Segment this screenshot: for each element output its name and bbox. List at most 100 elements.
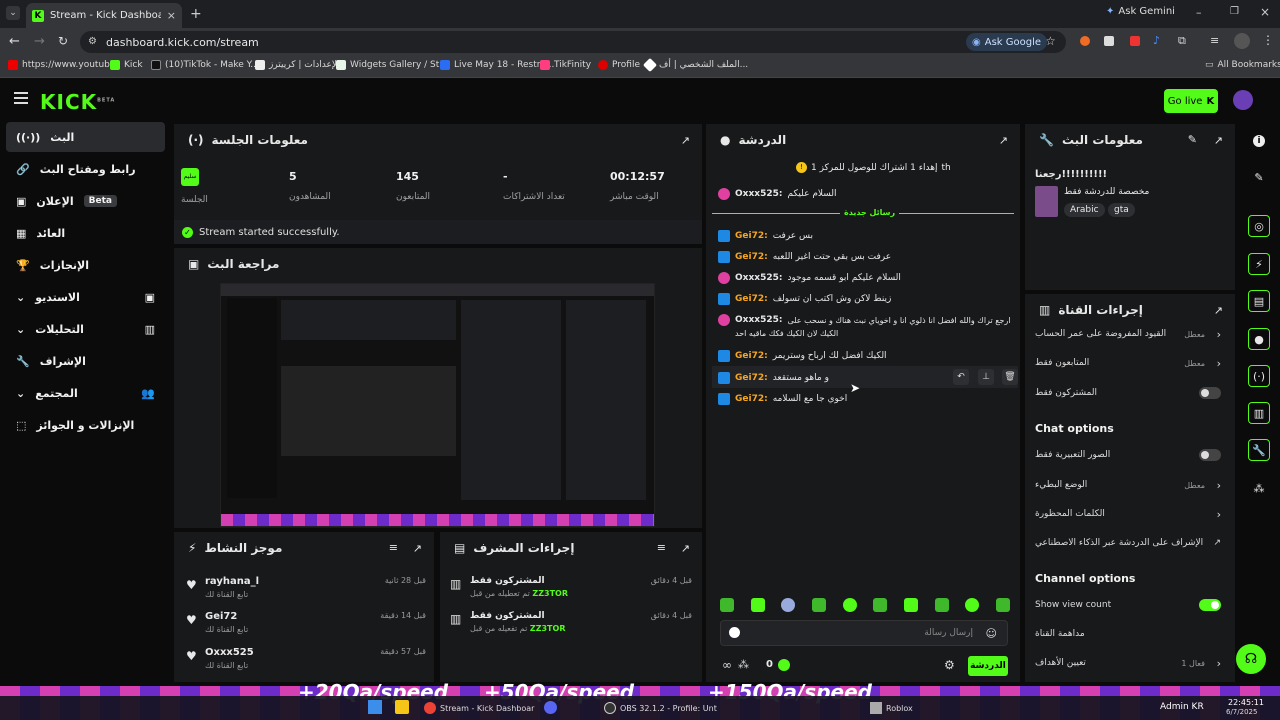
emote-icon[interactable]	[873, 598, 888, 612]
tag-chip[interactable]: gta	[1108, 203, 1135, 217]
bookmark-item[interactable]: الإعدادات | كرييترز	[255, 60, 339, 70]
settings-gear-icon[interactable]: ⚙	[944, 658, 955, 672]
emote-icon[interactable]	[903, 598, 918, 612]
start-icon[interactable]	[368, 700, 382, 714]
chat-message[interactable]: Gei72: عرفت بس بقي حتت اغير اللعبه	[718, 251, 891, 263]
account-age-restriction[interactable]: القيود المفروضة على عمر الحساب معطل ›	[1035, 328, 1225, 341]
sidebar-item-analytics[interactable]: ⌄ التحليلات ▥	[6, 314, 165, 344]
stream-preview-video[interactable]	[220, 283, 655, 527]
bookmark-item[interactable]: الملف الشخصي | أف...	[642, 57, 748, 73]
broadcast-icon[interactable]: (·)	[1248, 365, 1270, 387]
emote-icon[interactable]	[781, 598, 796, 612]
emote-icon[interactable]	[750, 598, 765, 612]
emote-icon[interactable]	[720, 598, 734, 612]
category-name[interactable]: مخصصة للدردشة فقط	[1064, 187, 1149, 197]
extension-icon-4[interactable]: ♪	[1153, 34, 1160, 47]
discord-icon[interactable]	[544, 701, 557, 714]
extension-icon-3[interactable]	[1130, 36, 1140, 46]
emoji-icon[interactable]	[729, 627, 740, 638]
url-field[interactable]: ⚙ dashboard.kick.com/stream	[80, 31, 1066, 53]
user-avatar[interactable]	[1233, 90, 1253, 110]
site-info-icon[interactable]: ⚙	[88, 36, 97, 47]
bookmark-item[interactable]: (10)TikTok - Make Y...	[151, 60, 259, 70]
chat-message[interactable]: Oxxx525: ارجع تراك والله افضل انا ذلوي ان…	[718, 314, 1011, 326]
emote-icon[interactable]	[934, 598, 949, 612]
filter-icon[interactable]: ≡	[389, 541, 398, 554]
extension-icon-1[interactable]	[1080, 36, 1090, 46]
subscribers-only-toggle[interactable]	[1199, 387, 1221, 399]
new-tab-icon[interactable]: +	[190, 6, 202, 22]
ask-google-chip[interactable]: ◉ Ask Google	[966, 33, 1048, 51]
chat-message[interactable]: Gei72: الكيك افضل لك ارباح وستريمر	[718, 350, 887, 362]
chat-message[interactable]: Gei72: زينط لاكن وش اكتب ان تسولف	[718, 293, 891, 305]
chat-message[interactable]: Gei72: اخوي جا مع السلامه	[718, 393, 847, 405]
show-view-count-toggle[interactable]	[1199, 599, 1221, 611]
close-tab-icon[interactable]: ×	[167, 9, 176, 22]
emote-icon[interactable]	[842, 598, 857, 612]
forward-icon[interactable]: →	[34, 34, 45, 49]
raid-channel[interactable]: مداهمة القناة	[1035, 629, 1225, 639]
taskbar-item-obs[interactable]: OBS 32.1.2 - Profile: Unt	[604, 699, 717, 717]
reload-icon[interactable]: ↻	[58, 34, 68, 48]
browser-tab[interactable]: K Stream - Kick Dashboard ×	[26, 3, 182, 28]
sidebar-item-community[interactable]: ⌄ المجتمع 👥	[6, 378, 165, 408]
tag-chip[interactable]: Arabic	[1064, 203, 1105, 217]
sidebar-item-achievements[interactable]: 🏆 الإنجازات	[6, 250, 165, 280]
bookmark-item[interactable]: TikFinity	[540, 60, 591, 70]
banned-words[interactable]: الكلمات المحظورة ›	[1035, 508, 1225, 521]
popout-icon[interactable]: ↗	[681, 134, 690, 147]
chat-message-input[interactable]: إرسال رسالة ☺	[720, 620, 1008, 646]
filter-icon[interactable]: ≡	[657, 541, 666, 554]
all-bookmarks-button[interactable]: ▭ All Bookmarks	[1205, 60, 1280, 70]
edit-icon[interactable]: ✎	[1248, 166, 1270, 188]
set-goals[interactable]: تعيين الأهداف فعال 1 ›	[1035, 657, 1225, 670]
minimize-icon[interactable]: –	[1196, 6, 1202, 19]
focus-icon[interactable]: ◎	[1248, 215, 1270, 237]
browser-menu-icon[interactable]: ⋮	[1262, 33, 1274, 47]
sidebar-item-stream-key[interactable]: 🔗 رابط ومفتاح البث	[6, 154, 165, 184]
emote-icon[interactable]	[965, 598, 980, 612]
maximize-icon[interactable]: ❐	[1230, 6, 1239, 17]
edit-pencil-icon[interactable]: ✎	[1188, 133, 1197, 146]
store-icon[interactable]: ▥	[1248, 402, 1270, 424]
slow-mode[interactable]: الوضع البطيء معطل ›	[1035, 479, 1225, 492]
document-icon[interactable]: ▤	[1248, 290, 1270, 312]
bookmark-item[interactable]: Widgets Gallery / St...	[336, 60, 448, 70]
popout-icon[interactable]: ↗	[413, 542, 422, 555]
chat-message[interactable]: Gei72: بس عرفت	[718, 230, 813, 242]
chat-message[interactable]: Oxxx525: السلام عليكم ابو قسمه موجود	[718, 272, 901, 284]
ask-gemini-button[interactable]: ✦ Ask Gemini	[1106, 6, 1175, 17]
chat-message[interactable]: Oxxx525: السلام عليكم	[718, 188, 837, 200]
delete-icon[interactable]: 🗑	[1002, 369, 1018, 385]
profile-avatar[interactable]	[1234, 33, 1250, 49]
wrench-icon[interactable]: 🔧	[1248, 439, 1270, 461]
send-chat-button[interactable]: الدردشة	[968, 656, 1008, 676]
smile-icon[interactable]: ☺	[986, 627, 997, 640]
popout-icon[interactable]: ↗	[999, 134, 1008, 147]
hamburger-menu-icon[interactable]	[14, 92, 28, 104]
bookmark-item[interactable]: https://www.youtub...	[8, 60, 118, 70]
emote-icon[interactable]	[995, 598, 1010, 612]
bolt-icon[interactable]: ⚡	[1248, 253, 1270, 275]
bookmark-item[interactable]: Kick	[110, 60, 143, 70]
sidebar-item-ads[interactable]: ▣ الإعلان Beta	[6, 186, 165, 216]
sidebar-item-drops[interactable]: ⬚ الإنزالات و الجوائز	[6, 410, 165, 440]
reading-list-icon[interactable]: ≡	[1210, 34, 1219, 47]
chat-message[interactable]: Gei72: و ماهو مستقعد	[718, 372, 829, 384]
chat-bubble-icon[interactable]: ●	[1248, 328, 1270, 350]
infinity-icon[interactable]: ∞	[722, 658, 732, 672]
bookmark-item[interactable]: Profile	[598, 60, 640, 70]
folder-icon[interactable]	[395, 700, 409, 714]
sidebar-item-studio[interactable]: ⌄ الاستديو ▣	[6, 282, 165, 312]
points-icon[interactable]: ⁂	[1248, 477, 1270, 499]
sidebar-item-revenue[interactable]: ▦ العائد	[6, 218, 165, 248]
ai-moderation[interactable]: الإشراف على الدردشة عبر الذكاء الاصطناعي…	[1035, 538, 1225, 548]
sidebar-item-moderation[interactable]: 🔧 الإشراف	[6, 346, 165, 376]
help-chat-button[interactable]: ☊	[1236, 644, 1266, 674]
go-live-button[interactable]: Go live K	[1164, 89, 1218, 113]
extension-icon-2[interactable]	[1104, 36, 1114, 46]
popout-icon[interactable]: ↗	[1214, 304, 1223, 317]
extensions-puzzle-icon[interactable]: ⧉	[1178, 34, 1186, 48]
followers-only[interactable]: المتابعون فقط معطل ›	[1035, 357, 1225, 370]
back-icon[interactable]: ←	[9, 34, 20, 49]
